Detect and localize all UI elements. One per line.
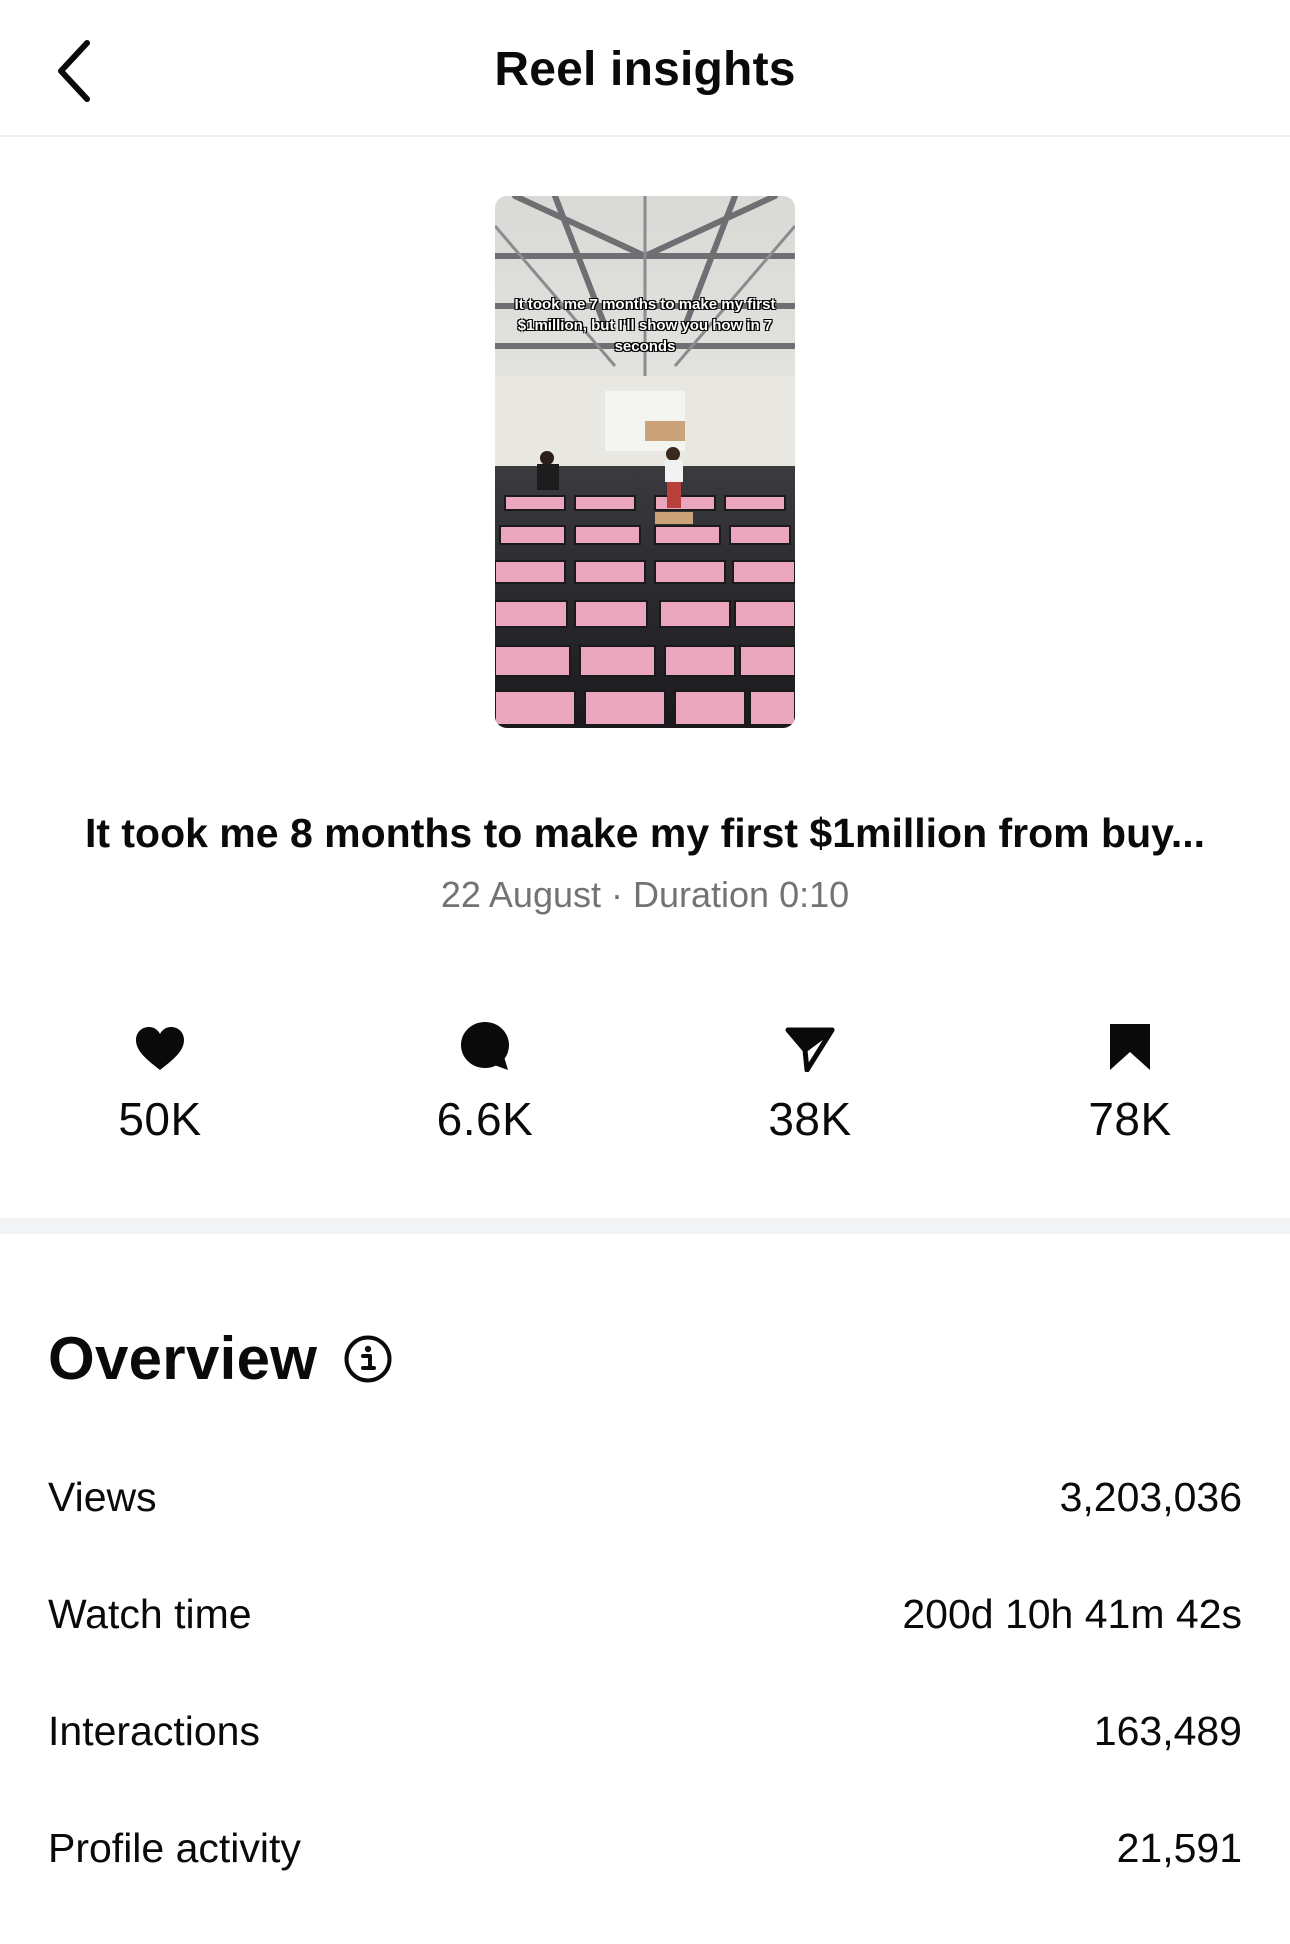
overview-row-profile-activity[interactable]: Profile activity 21,591 [48, 1813, 1242, 1883]
likes-stat: 50K [50, 1010, 270, 1160]
comments-count: 6.6K [436, 1093, 534, 1145]
row-label: Views [48, 1473, 157, 1520]
row-value: 163,489 [1093, 1707, 1242, 1754]
likes-count: 50K [118, 1093, 202, 1145]
overview-header: Overview [48, 1324, 393, 1393]
thumbnail-caption: It took me 7 months to make my first $1m… [514, 296, 776, 355]
info-icon[interactable] [343, 1334, 393, 1384]
row-label: Profile activity [48, 1824, 301, 1871]
saves-stat: 78K [1020, 1010, 1240, 1160]
warehouse-image [495, 196, 795, 728]
shares-count: 38K [768, 1093, 852, 1145]
comment-icon [461, 1022, 509, 1070]
comments-stat: 6.6K [375, 1010, 595, 1160]
page-title: Reel insights [494, 43, 796, 96]
row-value: 21,591 [1116, 1824, 1242, 1871]
reel-insights-screen: Reel insights It took me 7 months to mak… [0, 0, 1290, 1944]
saves-count: 78K [1088, 1093, 1172, 1145]
row-value: 200d 10h 41m 42s [902, 1590, 1242, 1637]
top-bar: Reel insights [0, 0, 1290, 137]
bookmark-icon [1110, 1024, 1150, 1070]
row-label: Watch time [48, 1590, 252, 1637]
overview-title: Overview [48, 1325, 318, 1392]
reel-thumbnail[interactable]: It took me 7 months to make my first $1m… [495, 196, 795, 728]
overview-row-views[interactable]: Views 3,203,036 [48, 1462, 1242, 1532]
share-icon [785, 1027, 835, 1072]
reel-title: It took me 8 months to make my first $1m… [84, 810, 1206, 856]
shares-stat: 38K [700, 1010, 920, 1160]
heart-icon [136, 1027, 184, 1070]
row-label: Interactions [48, 1707, 260, 1754]
overview-row-watch-time[interactable]: Watch time 200d 10h 41m 42s [48, 1579, 1242, 1649]
overview-row-interactions[interactable]: Interactions 163,489 [48, 1696, 1242, 1766]
reel-date-duration: 22 August · Duration 0:10 [440, 874, 850, 915]
section-divider [0, 1218, 1290, 1234]
row-value: 3,203,036 [1059, 1473, 1242, 1520]
engagement-stats: 50K 6.6K 38K 78K [0, 1010, 1290, 1160]
